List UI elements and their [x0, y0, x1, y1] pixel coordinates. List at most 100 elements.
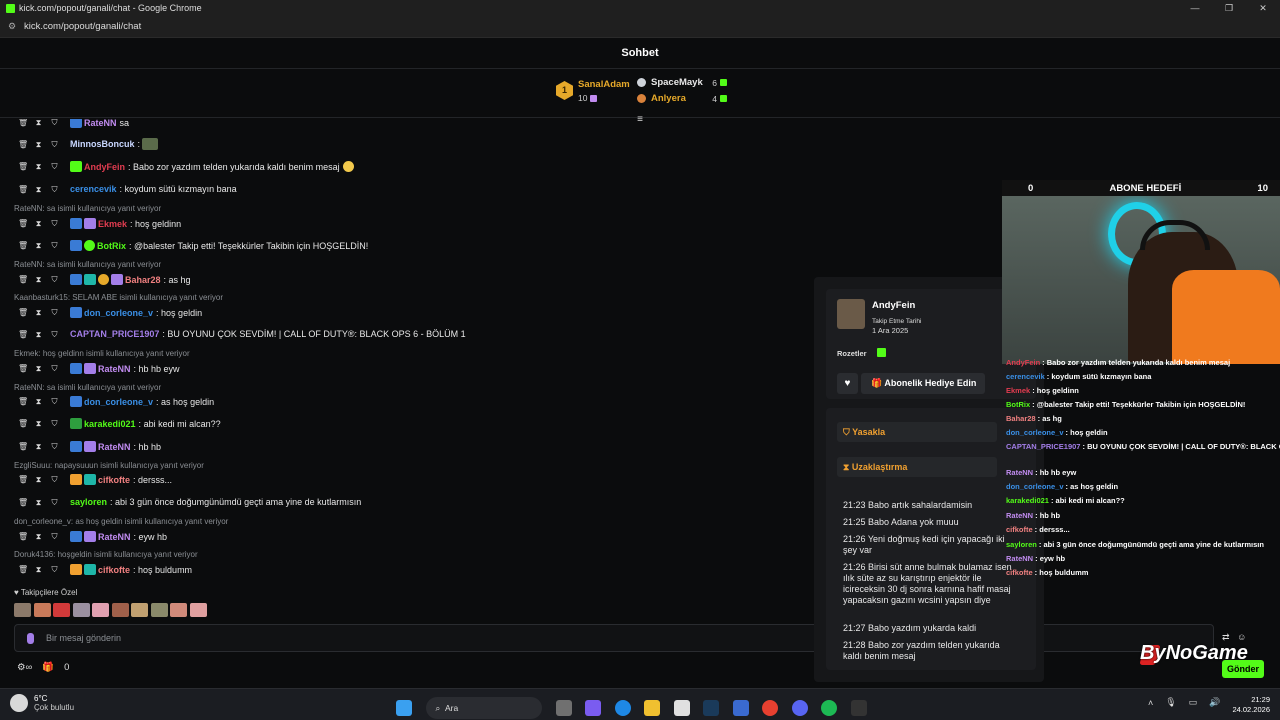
chevron-up-icon[interactable]: ˄: [1148, 698, 1153, 708]
trash-icon[interactable]: 🗑: [18, 162, 28, 171]
leaderboard-second[interactable]: SpaceMayk 6: [637, 77, 727, 88]
trash-icon[interactable]: 🗑: [18, 475, 28, 484]
emote-icon[interactable]: [150, 603, 168, 617]
trash-icon[interactable]: 🗑: [18, 241, 28, 250]
message-user[interactable]: RateNN: [98, 532, 131, 542]
timeout-icon[interactable]: ⧗: [34, 140, 43, 149]
trash-icon[interactable]: 🗑: [18, 308, 28, 317]
shield-icon[interactable]: ⛉: [50, 275, 59, 284]
minimize-icon[interactable]: —: [1178, 0, 1212, 16]
chat-messages[interactable]: 🗑 ⧗ ⛉ RateNN sa 🗑 ⧗ ⛉ MinnosBoncuk: 🗑 ⧗ ⛉ Andy…: [0, 119, 820, 589]
address-bar[interactable]: ⚙ kick.com/popout/ganali/chat: [0, 16, 1280, 38]
settings-icon[interactable]: ⚙∞: [17, 662, 32, 673]
reply-context[interactable]: EzgliSuuu: napaysuuun isimli kullanıcıya…: [14, 461, 204, 470]
leaderboard-third[interactable]: Anlyera 4: [637, 93, 727, 104]
send-button[interactable]: Gönder: [1222, 660, 1264, 678]
gift-sub-button[interactable]: 🎁 Abonelik Hediye Edin: [861, 373, 985, 394]
reply-context[interactable]: RateNN: sa isimli kullanıcıya yanıt veri…: [14, 383, 161, 392]
reply-context[interactable]: Kaanbasturk15: SELAM ABE isimli kullanıc…: [14, 293, 223, 302]
message-user[interactable]: Bahar28: [125, 275, 161, 285]
shield-icon[interactable]: ⛉: [50, 241, 59, 250]
reply-context[interactable]: RateNN: sa isimli kullanıcıya yanıt veri…: [14, 260, 161, 269]
shield-icon[interactable]: ⛉: [50, 119, 59, 127]
message-user[interactable]: RateNN: [84, 119, 117, 128]
weather-widget[interactable]: 6°C Çok bulutlu: [10, 694, 74, 712]
reply-context[interactable]: Doruk4136: hoşgeldin isimli kullanıcıya …: [14, 550, 198, 559]
reply-context[interactable]: RateNN: sa isimli kullanıcıya yanıt veri…: [14, 204, 161, 213]
shield-icon[interactable]: ⛉: [50, 397, 59, 406]
timeout-icon[interactable]: ⧗: [34, 498, 43, 507]
microphone-icon[interactable]: 🎙: [1165, 697, 1176, 708]
trash-icon[interactable]: 🗑: [18, 119, 28, 127]
trash-icon[interactable]: 🗑: [18, 185, 28, 194]
epic-games-icon[interactable]: [850, 700, 867, 716]
message-user[interactable]: CAPTAN_PRICE1907: [70, 329, 159, 339]
discord-icon[interactable]: [791, 700, 808, 716]
url-text[interactable]: kick.com/popout/ganali/chat: [24, 21, 141, 32]
shield-icon[interactable]: ⛉: [50, 419, 59, 428]
message-user[interactable]: cifkofte: [98, 475, 130, 485]
shield-icon[interactable]: ⛉: [50, 565, 59, 574]
trash-icon[interactable]: 🗑: [18, 442, 28, 451]
message-user[interactable]: cifkofte: [98, 565, 130, 575]
close-icon[interactable]: ✕: [1246, 0, 1280, 16]
trash-icon[interactable]: 🗑: [18, 275, 28, 284]
microphone-icon[interactable]: [27, 632, 34, 644]
shield-icon[interactable]: ⛉: [50, 308, 59, 317]
chrome-icon[interactable]: [762, 700, 778, 716]
shield-icon[interactable]: ⛉: [50, 219, 59, 228]
gift-icon[interactable]: 🎁: [42, 662, 54, 673]
message-user[interactable]: don_corleone_v: [84, 308, 153, 318]
emote-icon[interactable]: [131, 603, 148, 617]
emote-icon[interactable]: [72, 603, 90, 617]
shield-icon[interactable]: ⛉: [50, 162, 59, 171]
emote-icon[interactable]: [53, 603, 70, 617]
volume-icon[interactable]: 🔊: [1209, 697, 1220, 708]
translate-icon[interactable]: ⇄: [1222, 632, 1230, 642]
shield-icon[interactable]: ⛉: [50, 475, 59, 484]
trash-icon[interactable]: 🗑: [18, 532, 28, 541]
taskbar-clock[interactable]: 21:29 24.02.2026: [1226, 695, 1270, 715]
timeout-icon[interactable]: ⧗: [34, 475, 43, 484]
task-view-icon[interactable]: [555, 700, 572, 716]
timeout-icon[interactable]: ⧗: [34, 397, 43, 406]
message-user[interactable]: sayloren: [70, 497, 107, 507]
timeout-button[interactable]: ⧗ Uzaklaştırma: [837, 457, 997, 477]
emoji-picker-icon[interactable]: ☺: [1237, 632, 1246, 642]
shield-icon[interactable]: ⛉: [50, 532, 59, 541]
emote-icon[interactable]: [111, 603, 129, 617]
shield-icon[interactable]: ⛉: [50, 185, 59, 194]
trash-icon[interactable]: 🗑: [18, 364, 28, 373]
ban-button[interactable]: ⛉ Yasakla: [837, 422, 997, 442]
shield-icon[interactable]: ⛉: [50, 498, 59, 507]
trash-icon[interactable]: 🗑: [18, 397, 28, 406]
message-user[interactable]: karakedi021: [84, 419, 136, 429]
emote-icon[interactable]: [14, 603, 31, 617]
site-settings-icon[interactable]: ⚙: [8, 21, 18, 32]
emote-icon[interactable]: [92, 603, 109, 617]
timeout-icon[interactable]: ⧗: [34, 565, 43, 574]
timeout-icon[interactable]: ⧗: [34, 419, 43, 428]
message-user[interactable]: RateNN: [98, 442, 131, 452]
reply-context[interactable]: don_corleone_v: as hoş geldin isimli kul…: [14, 517, 228, 526]
message-user[interactable]: Ekmek: [98, 219, 127, 229]
timeout-icon[interactable]: ⧗: [34, 241, 43, 250]
windows-start-icon[interactable]: [396, 700, 412, 716]
spotify-icon[interactable]: [821, 700, 837, 716]
emote-icon[interactable]: [170, 603, 187, 617]
trash-icon[interactable]: 🗑: [18, 498, 28, 507]
timeout-icon[interactable]: ⧗: [34, 275, 43, 284]
message-user[interactable]: don_corleone_v: [84, 397, 153, 407]
timeout-icon[interactable]: ⧗: [34, 119, 43, 127]
user-card-name[interactable]: AndyFein: [872, 300, 915, 311]
timeout-icon[interactable]: ⧗: [34, 532, 43, 541]
emote-icon[interactable]: [33, 603, 51, 617]
timeout-icon[interactable]: ⧗: [34, 442, 43, 451]
timeout-icon[interactable]: ⧗: [34, 219, 43, 228]
network-icon[interactable]: ▭: [1189, 697, 1198, 708]
steam-icon[interactable]: [703, 700, 719, 716]
shield-icon[interactable]: ⛉: [50, 442, 59, 451]
message-user[interactable]: cerencevik: [70, 184, 117, 194]
reply-context[interactable]: Ekmek: hoş geldinn isimli kullanıcıya ya…: [14, 349, 190, 358]
message-user[interactable]: BotRix: [97, 241, 126, 251]
